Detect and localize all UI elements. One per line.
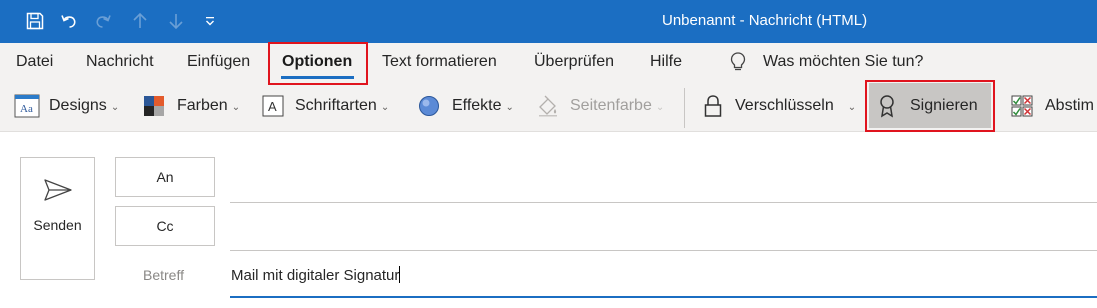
schriftarten-label: Schriftarten [295,97,377,114]
effekte-button[interactable]: Effekte ⌄ [418,85,514,127]
chevron-down-icon[interactable]: ⌄ [848,102,856,113]
text-cursor [399,266,401,283]
chevron-down-icon: ⌄ [380,101,390,113]
tab-datei[interactable]: Datei [16,53,53,71]
arrow-up-icon[interactable] [127,8,153,34]
svg-text:Aa: Aa [20,103,33,115]
lightbulb-icon[interactable] [728,51,748,78]
customize-dropdown-icon[interactable] [197,8,223,34]
chevron-down-icon: ⌄ [505,101,514,113]
redo-icon[interactable] [90,8,116,34]
optionen-highlight-box [268,42,368,85]
subject-field-underline [230,296,1097,298]
send-icon [44,179,72,201]
abstimmung-label: Abstim [1045,97,1094,114]
subject-input[interactable]: Mail mit digitaler Signatur [231,266,401,284]
subject-label: Betreff [143,267,184,283]
send-button[interactable]: Senden [20,157,95,280]
designs-button[interactable]: Aa Designs ⌄ [14,85,119,127]
verschluesseln-button[interactable]: Verschlüsseln ⌄ [703,85,856,127]
tab-nachricht[interactable]: Nachricht [86,53,154,71]
chevron-down-icon: ⌄ [231,101,241,113]
tell-me-search[interactable]: Was möchten Sie tun? [763,53,923,71]
subject-text: Mail mit digitaler Signatur [231,267,400,284]
window-title: Unbenannt - Nachricht (HTML) [662,12,868,29]
tab-einfuegen[interactable]: Einfügen [187,53,250,71]
undo-icon[interactable] [56,8,82,34]
seitenfarbe-button[interactable]: Seitenfarbe ⌄ [537,85,664,127]
lock-icon [704,95,722,117]
chevron-down-icon: ⌄ [655,101,665,113]
voting-icon [1011,95,1033,117]
signieren-highlight-box [865,80,995,132]
cc-field-line [230,250,1097,251]
title-bar: Unbenannt - Nachricht (HTML) [0,0,1097,43]
save-icon[interactable] [22,8,48,34]
cc-button[interactable]: Cc [115,206,215,246]
to-button[interactable]: An [115,157,215,197]
chevron-down-icon: ⌄ [110,101,120,113]
ribbon-separator [684,88,685,128]
designs-icon: Aa [14,94,40,118]
colors-icon [144,96,164,116]
abstimmung-button[interactable]: Abstim [1010,85,1094,127]
tab-hilfe[interactable]: Hilfe [650,53,682,71]
svg-text:A: A [268,99,277,114]
ribbon-tabs: Datei Nachricht Einfügen Optionen Text f… [0,43,1097,85]
tab-ueberpruefen[interactable]: Überprüfen [534,53,614,71]
to-field-line [230,202,1097,203]
arrow-down-icon[interactable] [163,8,189,34]
seitenfarbe-label: Seitenfarbe [570,97,652,114]
farben-button[interactable]: Farben ⌄ [143,85,240,127]
verschluesseln-label: Verschlüsseln [735,97,834,114]
send-label: Senden [33,217,82,233]
tab-text-formatieren[interactable]: Text formatieren [382,53,497,71]
fonts-icon: A [262,95,284,117]
schriftarten-button[interactable]: A Schriftarten ⌄ [262,85,389,127]
effekte-label: Effekte [452,97,502,114]
effects-icon [419,96,439,116]
page-color-icon [539,95,557,117]
farben-label: Farben [177,97,228,114]
designs-label: Designs [49,97,107,114]
